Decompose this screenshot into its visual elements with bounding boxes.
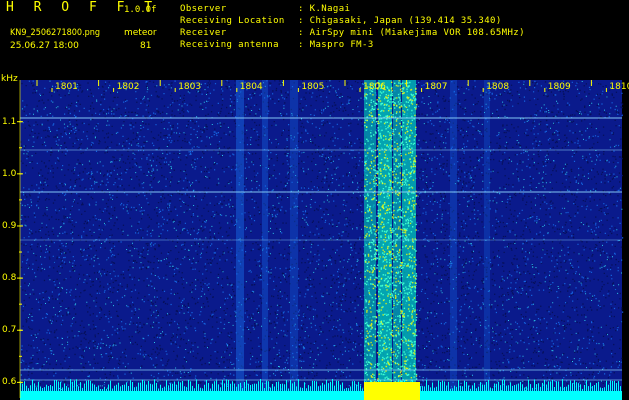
info-label-location: Receiving Location <box>180 16 285 26</box>
spectrogram-plot <box>17 80 624 400</box>
x-tick-label: 1803 <box>178 82 202 92</box>
x-tick-label: 1801 <box>55 82 78 92</box>
info-label-antenna: Receiving antenna <box>180 40 279 50</box>
x-tick-label: 1809 <box>547 82 571 92</box>
signal-band <box>262 80 268 398</box>
info-value-antenna: : Maspro FM-3 <box>298 40 374 50</box>
signal-band <box>236 80 244 398</box>
y-tick-label: 0.7 <box>2 325 17 336</box>
signal-band <box>484 80 490 398</box>
info-label-receiver: Receiver <box>180 28 227 38</box>
datetime-label: 25.06.27 18:00 <box>10 41 79 51</box>
info-value-location: : Chigasaki, Japan (139.414 35.340) <box>298 16 502 26</box>
signal-band <box>290 80 298 398</box>
baseline-strong <box>364 382 420 400</box>
x-tick-label: 1808 <box>486 82 510 92</box>
hroft-spectrogram-window: H R O F F T 1.0.0f KN9_2506271800.png me… <box>0 0 629 400</box>
meteor-count: 81 <box>140 41 152 51</box>
info-value-receiver: : AirSpy mini (Miakejima VOR 108.65MHz) <box>298 28 525 38</box>
x-tick-label: 1802 <box>116 82 140 92</box>
signal-band <box>393 80 401 398</box>
x-tick-label: 1804 <box>239 82 263 92</box>
y-tick-label: 0.6 <box>2 377 17 388</box>
y-tick-label: 1.0 <box>2 168 17 179</box>
version-label: 1.0.0f <box>124 5 157 15</box>
x-tick-label: 1810 <box>609 82 629 92</box>
filename-label: KN9_2506271800.png <box>10 28 101 38</box>
y-tick-label: 0.8 <box>2 273 17 284</box>
info-value-observer: : K.Nagai <box>298 4 351 14</box>
x-tick-label: 1806 <box>363 82 386 92</box>
x-tick-label: 1805 <box>301 82 325 92</box>
meteor-label: meteor <box>124 28 157 38</box>
x-tick-label: 1807 <box>424 82 448 92</box>
baseline-strip <box>20 391 622 400</box>
y-axis-unit: kHz <box>1 74 18 84</box>
info-label-observer: Observer <box>180 4 227 14</box>
signal-band <box>364 80 376 398</box>
y-tick-label: 0.9 <box>2 220 17 231</box>
signal-band <box>450 80 457 398</box>
y-tick-label: 1.1 <box>2 116 17 127</box>
